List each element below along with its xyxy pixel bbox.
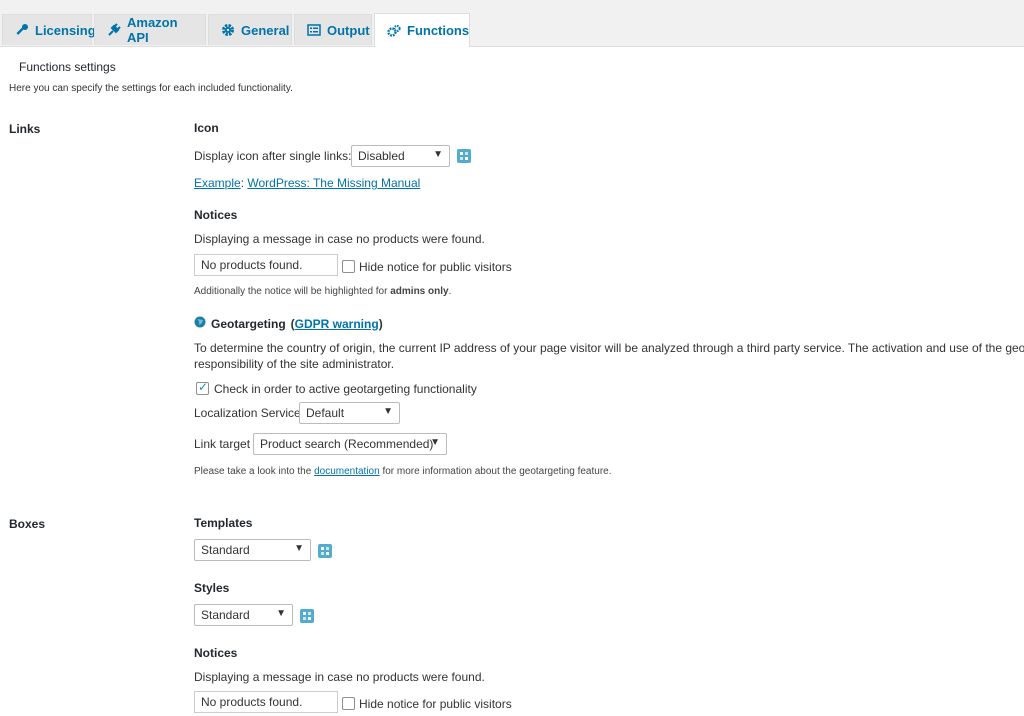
- styles-title: Styles: [194, 581, 230, 595]
- settings-tab-bar: Licensing Amazon API General Output Func…: [0, 0, 1024, 47]
- help-icon[interactable]: [318, 544, 332, 558]
- select-value: Product search (Recommended): [260, 437, 434, 451]
- tab-label: Licensing: [35, 22, 96, 38]
- tab-label: Functions: [407, 23, 470, 38]
- geotargeting-heading: Geotargeting (GDPR warning): [194, 316, 383, 331]
- tab-licensing[interactable]: Licensing: [2, 14, 96, 45]
- boxes-notice-text-input[interactable]: [194, 691, 338, 713]
- boxes-hide-notice-checkbox[interactable]: [342, 697, 355, 710]
- display-icon-label: Display icon after single links:: [194, 149, 352, 163]
- link-target-select[interactable]: Product search (Recommended) ▼: [253, 433, 447, 455]
- hide-notice-label: Hide notice for public visitors: [359, 260, 512, 274]
- localization-service-label: Localization Service: [194, 406, 301, 420]
- example-product-link[interactable]: WordPress: The Missing Manual: [247, 176, 420, 190]
- boxes-notices-description: Displaying a message in case no products…: [194, 670, 485, 684]
- help-icon[interactable]: [300, 609, 314, 623]
- notice-hint-bold: admins only: [390, 286, 449, 297]
- tab-amazon-api[interactable]: Amazon API: [94, 14, 206, 45]
- notice-hint-suffix: .: [448, 286, 452, 297]
- geotargeting-check-label: Check in order to active geotargeting fu…: [214, 382, 477, 396]
- select-value: Default: [306, 406, 345, 420]
- tab-label: Output: [327, 22, 370, 38]
- display-icon-select[interactable]: Disabled ▼: [351, 145, 450, 167]
- geotargeting-description-line1: To determine the country of origin, the …: [194, 341, 1024, 355]
- documentation-link[interactable]: documentation: [314, 466, 380, 477]
- notices-title: Notices: [194, 208, 238, 222]
- chevron-down-icon: ▼: [294, 543, 304, 554]
- gdpr-warning-wrap: (GDPR warning): [291, 317, 383, 331]
- notices-description: Displaying a message in case no products…: [194, 232, 485, 246]
- example-row: Example: WordPress: The Missing Manual: [194, 176, 420, 190]
- key-icon: [15, 23, 29, 37]
- tab-label: General: [241, 22, 290, 38]
- geotargeting-description-line2: responsibility of the site administrator…: [194, 357, 395, 371]
- page-title: Functions settings: [19, 60, 116, 74]
- gdpr-close-paren: ): [378, 316, 383, 331]
- chevron-down-icon: ▼: [430, 437, 440, 448]
- globe-icon: [194, 316, 206, 331]
- documentation-hint: Please take a look into the documentatio…: [194, 466, 612, 477]
- tab-output[interactable]: Output: [294, 14, 372, 45]
- templates-title: Templates: [194, 516, 253, 530]
- tab-functions[interactable]: Functions: [374, 13, 470, 47]
- gdpr-warning-link[interactable]: GDPR warning: [295, 317, 379, 331]
- styles-select[interactable]: Standard ▼: [194, 604, 293, 626]
- tab-general[interactable]: General: [208, 14, 292, 45]
- help-icon[interactable]: [457, 149, 471, 163]
- select-value: Disabled: [358, 149, 405, 163]
- section-label-links: Links: [9, 122, 41, 136]
- page-description: Here you can specify the settings for ea…: [9, 83, 293, 94]
- hide-notice-checkbox[interactable]: [342, 260, 355, 273]
- select-value: Standard: [201, 543, 250, 557]
- boxes-notices-title: Notices: [194, 646, 238, 660]
- chevron-down-icon: ▼: [383, 406, 393, 417]
- geotargeting-checkbox[interactable]: [196, 380, 209, 395]
- list-icon: [307, 23, 321, 37]
- templates-select[interactable]: Standard ▼: [194, 539, 311, 561]
- section-label-boxes: Boxes: [9, 517, 46, 531]
- icon-setting-title: Icon: [194, 121, 219, 135]
- doc-hint-suffix: for more information about the geotarget…: [379, 466, 612, 477]
- localization-service-select[interactable]: Default ▼: [299, 402, 400, 424]
- notice-text-input[interactable]: [194, 254, 338, 276]
- gear-icon: [221, 23, 235, 37]
- plug-icon: [107, 23, 121, 37]
- tab-label: Amazon API: [127, 15, 178, 45]
- link-target-label: Link target: [194, 437, 251, 451]
- chevron-down-icon: ▼: [276, 608, 286, 619]
- gears-icon: [387, 24, 401, 38]
- select-value: Standard: [201, 608, 250, 622]
- geotargeting-title: Geotargeting: [211, 316, 286, 331]
- notice-hint-prefix: Additionally the notice will be highligh…: [194, 286, 391, 297]
- doc-hint-prefix: Please take a look into the: [194, 466, 315, 477]
- example-label-link[interactable]: Example: [194, 176, 241, 190]
- boxes-hide-notice-label: Hide notice for public visitors: [359, 697, 512, 711]
- notice-hint: Additionally the notice will be highligh…: [194, 286, 451, 297]
- chevron-down-icon: ▼: [433, 149, 443, 160]
